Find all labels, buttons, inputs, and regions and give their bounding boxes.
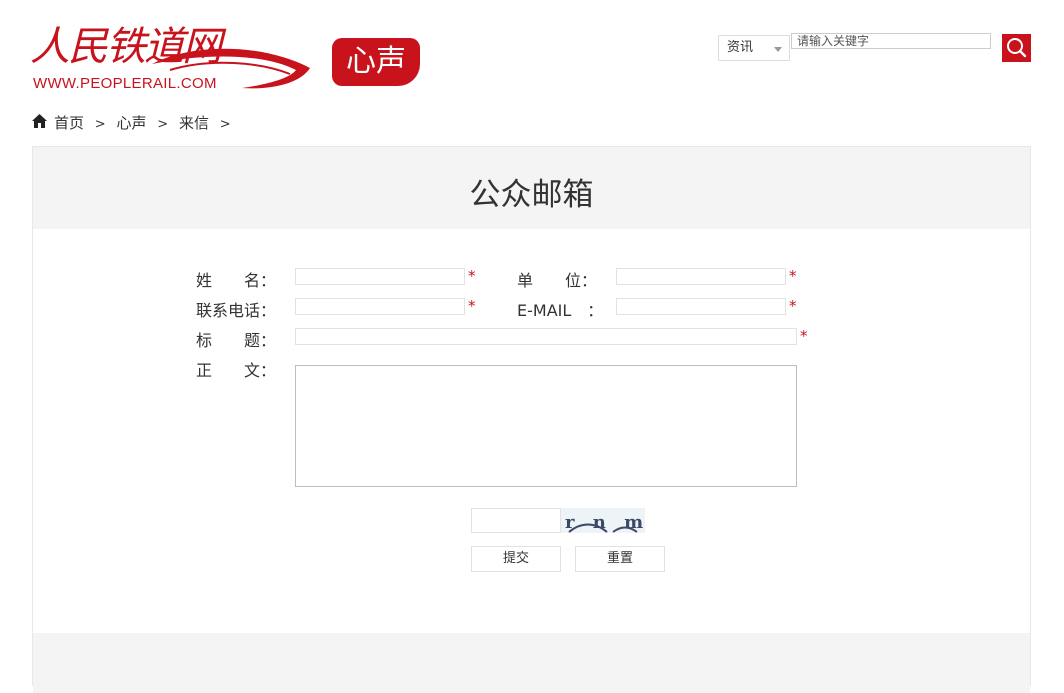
breadcrumb-home[interactable]: 首页	[54, 114, 84, 132]
phone-field[interactable]	[295, 298, 465, 315]
section-badge[interactable]: 心声	[332, 38, 420, 86]
breadcrumb: 首页 > 心声 > 来信 >	[31, 112, 237, 133]
unit-field[interactable]	[616, 268, 786, 285]
phone-required-mark: *	[468, 297, 476, 315]
captcha-graphic: r n m d	[565, 512, 645, 533]
breadcrumb-separator: >	[94, 117, 106, 132]
breadcrumb-separator: >	[219, 117, 231, 132]
search-input[interactable]: 请输入关键字	[791, 33, 991, 49]
reset-button[interactable]: 重置	[575, 546, 665, 572]
email-field[interactable]	[616, 298, 786, 315]
captcha-input[interactable]	[471, 508, 561, 533]
email-required-mark: *	[789, 297, 797, 315]
page-title: 公众邮箱	[469, 177, 594, 213]
breadcrumb-item-laixin[interactable]: 来信	[179, 114, 209, 132]
unit-required-mark: *	[789, 267, 797, 285]
subject-label: 标 题：	[196, 331, 277, 350]
subject-field[interactable]	[295, 328, 797, 345]
search-category-value: 资讯	[727, 40, 754, 55]
home-icon	[32, 114, 47, 128]
name-label: 姓 名：	[196, 271, 277, 290]
unit-label: 单 位：	[517, 271, 598, 290]
breadcrumb-item-xinsheng[interactable]: 心声	[116, 114, 146, 132]
site-logo-url: WWW.PEOPLERAIL.COM	[33, 75, 217, 92]
captcha-image[interactable]: r n m d	[561, 508, 645, 533]
name-required-mark: *	[468, 267, 476, 285]
panel-footer	[33, 633, 1030, 693]
search-button[interactable]	[1002, 34, 1031, 62]
phone-label: 联系电话：	[196, 301, 277, 320]
body-label: 正 文：	[196, 361, 277, 380]
chevron-down-icon	[774, 47, 782, 52]
body-textarea[interactable]	[295, 365, 797, 487]
search-icon	[1007, 38, 1027, 58]
submit-button[interactable]: 提交	[471, 546, 561, 572]
breadcrumb-separator: >	[157, 117, 169, 132]
subject-required-mark: *	[800, 327, 808, 345]
email-label: E-MAIL ：	[517, 301, 604, 320]
name-field[interactable]	[295, 268, 465, 285]
search-category-select[interactable]: 资讯	[718, 35, 790, 61]
